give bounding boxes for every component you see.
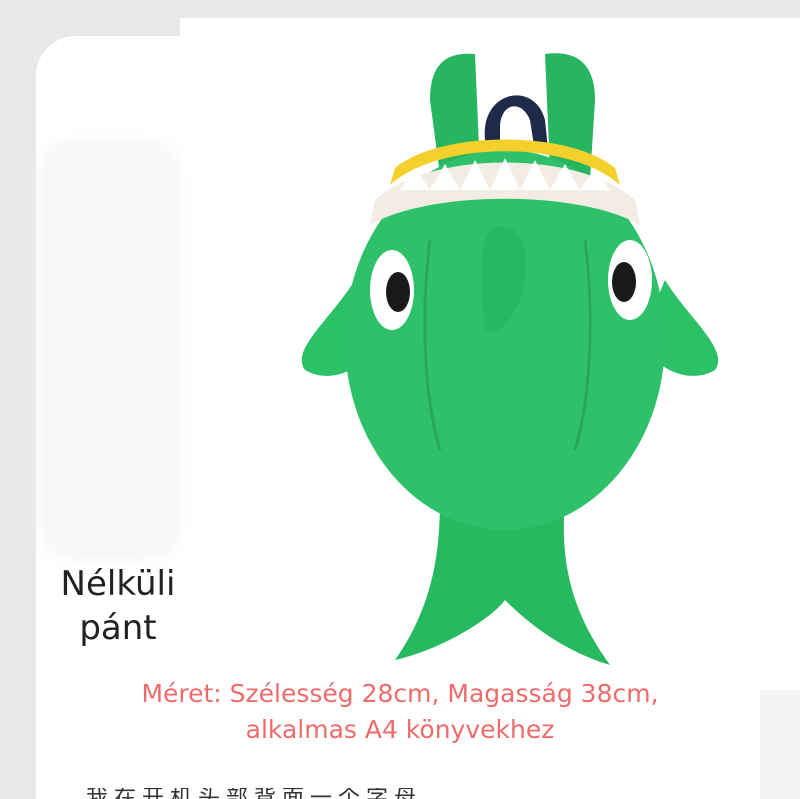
background-blur-block [40,140,180,560]
cropped-footer-text: 我在开机头部背面一个字母 [86,788,506,799]
size-spec-line2: alkalmas A4 könyvekhez [245,715,555,744]
strap-label-line2: pánt [79,608,157,648]
right-eye-icon [608,240,652,320]
left-eye-icon [370,250,414,330]
strap-label-line1: Nélküli [60,564,176,604]
size-spec-line1: Méret: Szélesség 28cm, Magasság 38cm, [141,679,659,708]
strap-label: Nélküli pánt [48,562,188,650]
shark-backpack-image [301,53,719,665]
size-spec: Méret: Szélesség 28cm, Magasság 38cm, al… [0,676,800,748]
